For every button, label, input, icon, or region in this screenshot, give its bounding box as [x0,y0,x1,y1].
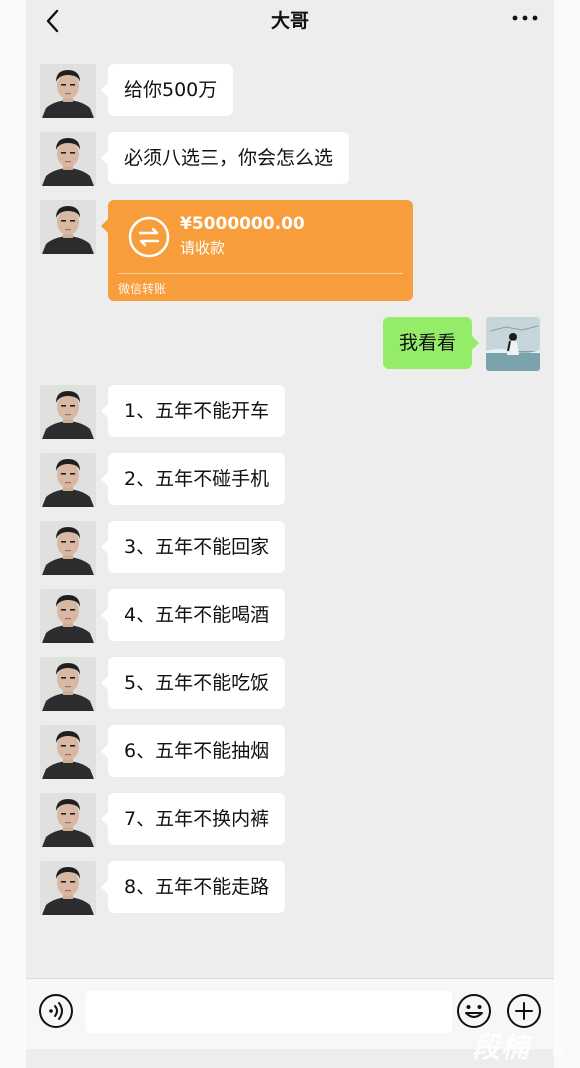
voice-button[interactable] [38,993,74,1029]
contact-avatar[interactable] [40,200,96,254]
chat-window: 大哥 给你500万 必须八选三，你会怎么选 ¥5000000.00 请收款 微信… [26,0,554,1068]
message-bubble[interactable]: 2、五年不碰手机 [100,453,286,505]
plus-button[interactable] [506,993,542,1029]
transfer-label: 微信转账 [118,282,167,296]
emoji-button[interactable] [456,993,492,1029]
message-bubble[interactable]: 必须八选三，你会怎么选 [100,132,350,184]
more-dots-icon [512,15,538,21]
contact-avatar[interactable] [40,793,96,847]
contact-avatar[interactable] [40,589,96,643]
message-bubble[interactable]: 3、五年不能回家 [100,521,286,573]
watermark-small: 吧 [552,1046,565,1060]
message-row: 8、五年不能走路 [26,861,554,917]
my-message-row: 我看看 [26,317,554,373]
chat-title: 大哥 [270,10,309,32]
message-bubble[interactable]: 4、五年不能喝酒 [100,589,286,641]
watermark: 段楠 [472,1031,531,1064]
my-message-bubble[interactable]: 我看看 [382,317,480,369]
message-row: 必须八选三，你会怎么选 [26,132,554,188]
contact-avatar[interactable] [40,132,96,186]
contact-avatar[interactable] [40,657,96,711]
contact-avatar[interactable] [40,725,96,779]
contact-avatar[interactable] [40,453,96,507]
my-avatar[interactable] [486,317,540,371]
left-side-bar [0,0,26,1068]
right-side-bar [554,0,580,1068]
transfer-hint: 请收款 [180,239,226,257]
message-row: 6、五年不能抽烟 [26,725,554,781]
transfer-divider [118,273,403,274]
message-row: 7、五年不换内裤 [26,793,554,849]
emoji-icon [457,994,491,1028]
more-button[interactable] [508,6,542,30]
message-bubble[interactable]: 7、五年不换内裤 [100,793,286,845]
contact-avatar[interactable] [40,861,96,915]
message-row: 4、五年不能喝酒 [26,589,554,645]
message-row: 给你500万 [26,64,554,120]
contact-avatar[interactable] [40,64,96,118]
message-row: 1、五年不能开车 [26,385,554,441]
message-bubble[interactable]: 给你500万 [100,64,234,116]
message-input[interactable] [86,991,452,1033]
message-row: 3、五年不能回家 [26,521,554,577]
plus-icon [507,994,541,1028]
message-bubble[interactable]: 6、五年不能抽烟 [100,725,286,777]
message-row: 2、五年不碰手机 [26,453,554,509]
contact-avatar[interactable] [40,521,96,575]
message-row: 5、五年不能吃饭 [26,657,554,713]
message-bubble[interactable]: 5、五年不能吃饭 [100,657,286,709]
message-bubble[interactable]: 8、五年不能走路 [100,861,286,913]
voice-icon [39,994,73,1028]
transfer-arrows-icon [128,216,170,258]
message-bubble[interactable]: 1、五年不能开车 [100,385,286,437]
transfer-amount: ¥5000000.00 [180,214,305,234]
transfer-card[interactable]: ¥5000000.00 请收款 微信转账 [101,200,413,301]
contact-avatar[interactable] [40,385,96,439]
top-bar: 大哥 [26,0,554,44]
